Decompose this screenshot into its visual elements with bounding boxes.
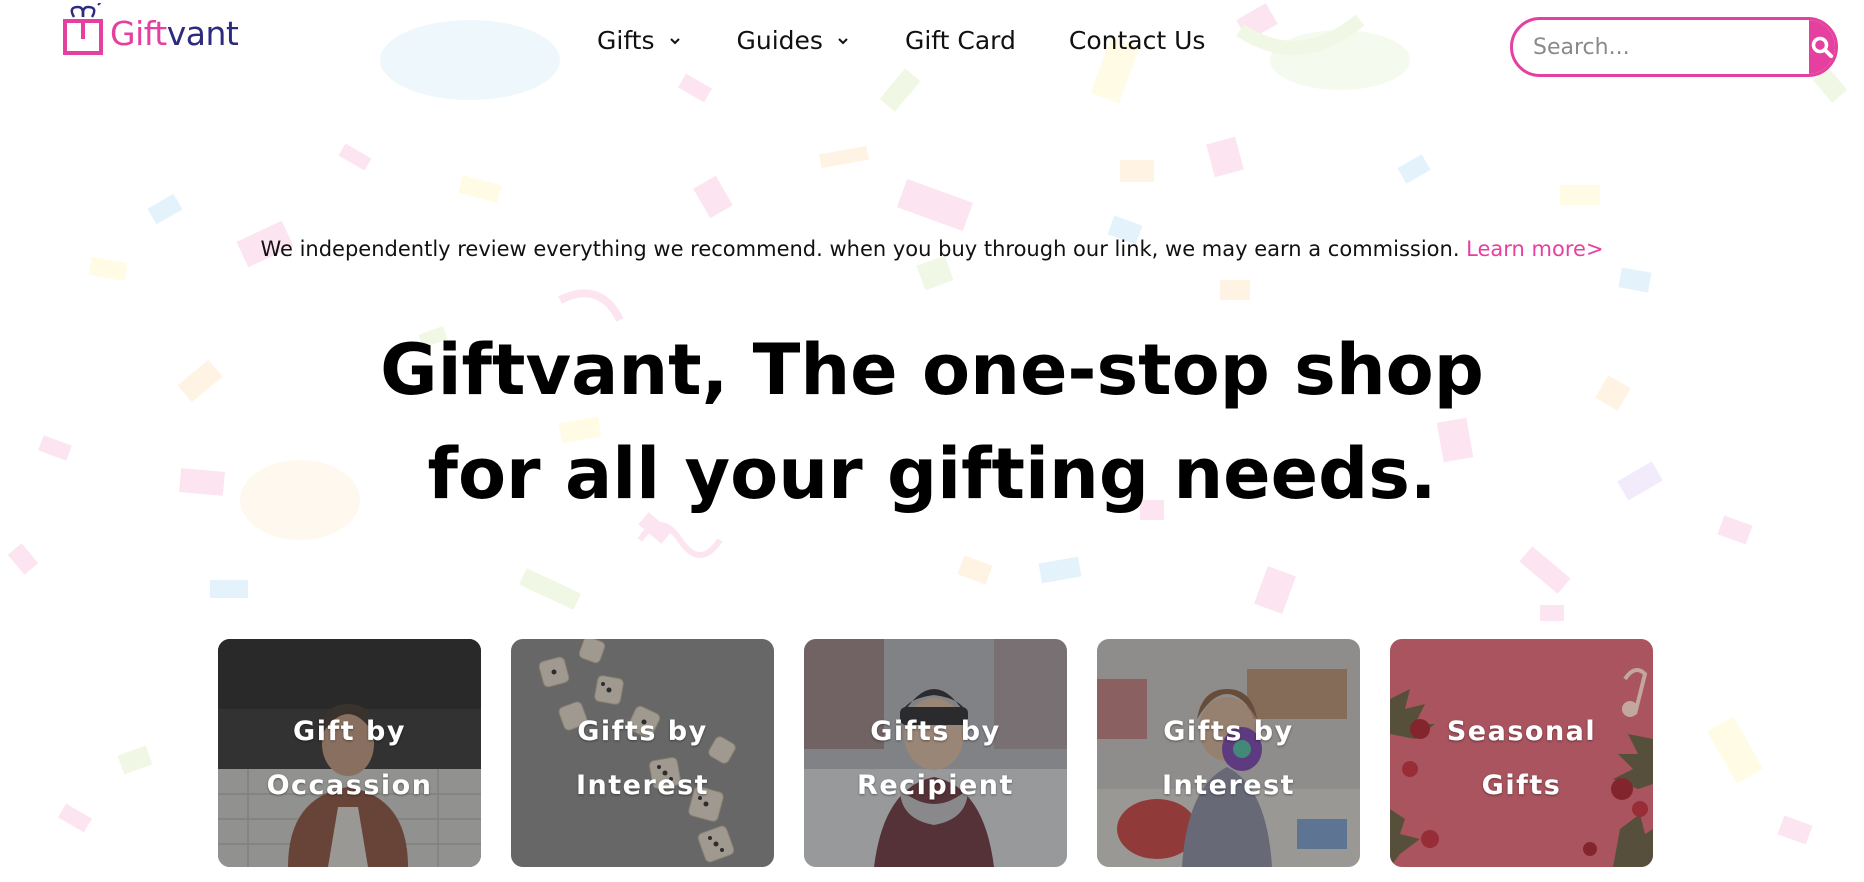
chevron-down-icon <box>838 37 848 44</box>
hero-headline: Giftvant, The one-stop shop for all your… <box>0 318 1864 526</box>
card-label-line-2: Occassion <box>266 770 433 801</box>
disclosure-text: We independently review everything we re… <box>260 237 1467 261</box>
hero-line-1: Giftvant, The one-stop shop <box>380 329 1484 411</box>
nav-item-gift-card[interactable]: Gift Card <box>905 26 1016 55</box>
gift-box-icon <box>63 3 103 55</box>
search-input[interactable] <box>1513 20 1809 74</box>
category-card-interest[interactable]: Gifts by Interest <box>511 639 774 867</box>
card-label-line-1: Seasonal <box>1446 716 1597 747</box>
brand-wordmark: Giftvant <box>110 13 239 53</box>
search-bar <box>1510 17 1838 77</box>
brand-logo[interactable]: Giftvant <box>62 0 239 60</box>
hero-line-2: for all your gifting needs. <box>427 433 1437 515</box>
card-label-line-1: Gifts by <box>870 716 1001 747</box>
card-label: Gift by Occassion <box>218 705 481 813</box>
category-card-recipient[interactable]: Gifts by Recipient <box>804 639 1067 867</box>
category-cards: Gift by Occassion Gifts by Interest Gift… <box>218 639 1653 867</box>
search-icon <box>1811 36 1833 58</box>
nav-item-guides[interactable]: Guides <box>737 26 849 55</box>
nav-item-gifts[interactable]: Gifts <box>597 26 681 55</box>
card-label: Gifts by Interest <box>511 705 774 813</box>
card-label-line-1: Gifts by <box>1163 716 1294 747</box>
card-label: Gifts by Interest <box>1097 705 1360 813</box>
nav-item-label: Guides <box>736 26 823 55</box>
affiliate-disclosure: We independently review everything we re… <box>0 237 1864 261</box>
brand-name-vant: vant <box>166 13 239 53</box>
page: Giftvant Gifts Guides Gift Card Contact … <box>0 0 1864 882</box>
card-label-line-2: Interest <box>575 770 710 801</box>
category-card-seasonal[interactable]: Seasonal Gifts <box>1390 639 1653 867</box>
nav-item-label: Gift Card <box>904 26 1016 55</box>
nav-item-contact-us[interactable]: Contact Us <box>1069 26 1206 55</box>
nav-item-label: Gifts <box>597 26 655 55</box>
category-card-interest-2[interactable]: Gifts by Interest <box>1097 639 1360 867</box>
card-label-line-2: Interest <box>1161 770 1296 801</box>
main-nav: Gifts Guides Gift Card Contact Us <box>597 26 1205 55</box>
card-label-line-2: Recipient <box>857 770 1014 801</box>
card-label-line-1: Gift by <box>293 716 406 747</box>
search-button[interactable] <box>1809 20 1835 74</box>
nav-item-label: Contact Us <box>1068 26 1206 55</box>
learn-more-link[interactable]: Learn more> <box>1466 237 1603 261</box>
card-label: Gifts by Recipient <box>804 705 1067 813</box>
chevron-down-icon <box>669 37 680 44</box>
card-label-line-2: Gifts <box>1481 770 1562 801</box>
category-card-occasion[interactable]: Gift by Occassion <box>218 639 481 867</box>
card-label: Seasonal Gifts <box>1390 705 1653 813</box>
card-label-line-1: Gifts by <box>577 716 708 747</box>
brand-name-gift: Gift <box>110 13 167 53</box>
